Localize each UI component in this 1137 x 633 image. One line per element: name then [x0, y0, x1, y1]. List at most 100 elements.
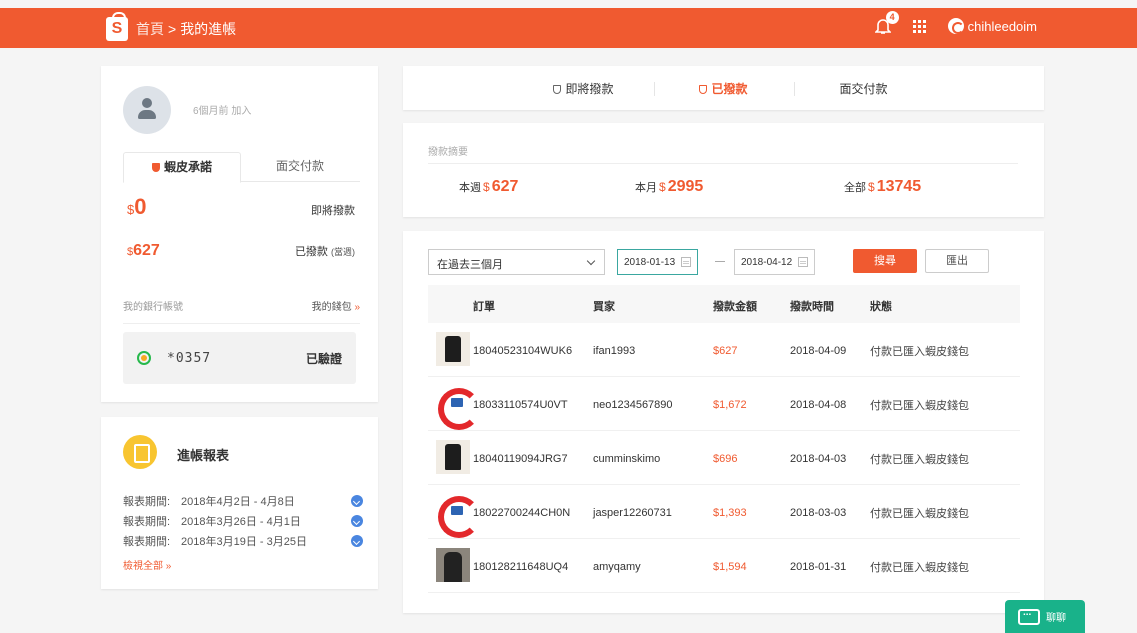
report-period-label: 報表期間: — [123, 496, 171, 508]
header-buyer: 買家 — [593, 301, 615, 313]
wallet-link[interactable]: 我的錢包 » — [312, 298, 360, 313]
summary-month: 本月 $ 2995 — [635, 178, 703, 196]
summary-title: 撥款摘要 — [428, 147, 468, 158]
top-right-actions: 4 chihleedoim — [874, 11, 1037, 35]
currency: $ — [659, 180, 666, 194]
shopee-logo[interactable]: S — [106, 12, 128, 41]
paid-label: 已撥款 (當週) — [295, 243, 355, 259]
user-avatar-icon — [947, 18, 964, 34]
breadcrumb: 首頁 > 我的進帳 — [136, 19, 236, 39]
income-report-card: 進帳報表 報表期間: 2018年4月2日 - 4月8日 報表期間: 2018年3… — [101, 417, 378, 589]
logo-letter: S — [111, 20, 123, 37]
bank-account-label: 我的銀行帳號 — [123, 302, 183, 313]
table-row[interactable]: 18033110574U0VT neo1234567890 $1,672 201… — [428, 377, 1020, 431]
download-icon[interactable] — [351, 495, 363, 507]
search-button[interactable]: 搜尋 — [853, 249, 917, 273]
brand: S 首頁 > 我的進帳 — [106, 12, 236, 41]
shield-icon — [553, 84, 562, 94]
download-icon[interactable] — [351, 535, 363, 547]
filter-bar: 在過去三個月 2018-01-13 2018-04-12 搜尋 匯出 — [428, 249, 1028, 275]
calendar-icon — [681, 257, 691, 267]
tab-paid-out[interactable]: 已撥款 — [653, 80, 794, 97]
report-item: 報表期間: 2018年3月26日 - 4月1日 — [123, 511, 363, 531]
bank-account-header: 我的銀行帳號 我的錢包 » — [123, 298, 360, 324]
date-to-input[interactable]: 2018-04-12 — [734, 249, 815, 275]
breadcrumb-separator: > — [168, 21, 177, 37]
download-icon[interactable] — [351, 515, 363, 527]
report-period-label: 報表期間: — [123, 516, 171, 528]
user-menu[interactable]: chihleedoim — [947, 18, 1037, 34]
payout-time: 2018-04-03 — [790, 453, 847, 465]
tab-upcoming-payout[interactable]: 即將撥款 — [514, 80, 654, 97]
table-row[interactable]: 18040523104WUK6 ifan1993 $627 2018-04-09… — [428, 323, 1020, 377]
tab-label: 已撥款 — [711, 81, 748, 96]
header-status: 狀態 — [870, 301, 892, 313]
apps-grid-icon[interactable] — [912, 19, 926, 33]
date-range-dash — [715, 261, 725, 262]
product-thumbnail — [436, 332, 470, 366]
buyer: jasper12260731 — [593, 507, 672, 519]
report-period: 2018年3月19日 - 3月25日 — [181, 536, 307, 548]
product-thumbnail — [436, 440, 470, 474]
table-row[interactable]: 180128211648UQ4 amyqamy $1,594 2018-01-3… — [428, 539, 1020, 593]
payout-amount: $696 — [713, 453, 738, 465]
chat-button[interactable]: 聊聊 — [1005, 600, 1085, 633]
summary-month-label: 本月 — [635, 182, 657, 194]
payout-summary-card: 撥款摘要 本週 $ 627 本月 $ 2995 全部 $ 13745 — [403, 123, 1044, 217]
payout-status: 付款已匯入蝦皮錢包 — [870, 400, 969, 412]
tab-meetup-payment[interactable]: 面交付款 — [241, 152, 359, 181]
summary-total: 全部 $ 13745 — [844, 178, 921, 196]
calendar-icon — [798, 257, 808, 267]
breadcrumb-home[interactable]: 首頁 — [136, 19, 164, 39]
breadcrumb-current: 我的進帳 — [180, 21, 237, 37]
username: chihleedoim — [967, 18, 1037, 34]
payout-time: 2018-04-08 — [790, 399, 847, 411]
header-amount: 撥款金額 — [713, 301, 757, 313]
summary-total-label: 全部 — [844, 182, 866, 194]
shield-icon — [699, 84, 708, 94]
product-thumbnail — [436, 386, 480, 430]
payout-status: 付款已匯入蝦皮錢包 — [870, 346, 969, 358]
range-select[interactable]: 在過去三個月 — [428, 249, 605, 275]
verified-status: 已驗證 — [305, 351, 342, 366]
order-id: 180128211648UQ4 — [473, 561, 569, 573]
payout-amount: $1,393 — [713, 507, 747, 519]
payout-status: 付款已匯入蝦皮錢包 — [870, 454, 969, 466]
paid-value: 627 — [133, 242, 160, 259]
tab-label: 即將撥款 — [565, 81, 614, 96]
tab-shopee-guarantee[interactable]: 蝦皮承諾 — [123, 152, 241, 183]
profile-tabs: 蝦皮承諾 面交付款 — [123, 152, 360, 183]
paid-label-note: (當週) — [331, 247, 355, 257]
date-from-input[interactable]: 2018-01-13 — [617, 249, 698, 275]
bank-account-card[interactable]: *0357 已驗證 — [123, 332, 356, 384]
pending-value: 0 — [134, 194, 147, 219]
report-item: 報表期間: 2018年3月19日 - 3月25日 — [123, 531, 363, 551]
shield-icon — [151, 163, 160, 172]
wallet-arrow: » — [354, 302, 360, 313]
payout-time: 2018-03-03 — [790, 507, 847, 519]
notification-badge: 4 — [885, 11, 899, 24]
bank-account-number: *0357 — [167, 350, 212, 366]
payout-tabs: 即將撥款 已撥款 面交付款 — [403, 66, 1044, 110]
pending-label: 即將撥款 — [311, 205, 355, 217]
pending-amount-row: $0 即將撥款 — [127, 194, 355, 220]
wallet-link-text: 我的錢包 — [311, 302, 352, 313]
pending-amount: $0 — [127, 194, 146, 220]
order-id: 18040119094JRG7 — [473, 453, 568, 465]
table-row[interactable]: 18022700244CH0N jasper12260731 $1,393 20… — [428, 485, 1020, 539]
buyer: cumminskimo — [593, 453, 661, 465]
paid-label-text: 已撥款 — [294, 246, 328, 258]
payout-time: 2018-04-09 — [790, 345, 847, 357]
export-button[interactable]: 匯出 — [925, 249, 989, 273]
report-period-label: 報表期間: — [123, 536, 171, 548]
summary-week-value: 627 — [491, 178, 519, 195]
notification-bell-icon[interactable]: 4 — [874, 11, 899, 35]
tab-meetup[interactable]: 面交付款 — [793, 80, 934, 97]
top-navbar: S 首頁 > 我的進帳 4 chihleedoim — [0, 8, 1137, 48]
buyer: amyqamy — [593, 561, 641, 573]
table-row[interactable]: 18040119094JRG7 cumminskimo $696 2018-04… — [428, 431, 1020, 485]
payout-time: 2018-01-31 — [790, 561, 847, 573]
divider — [428, 163, 1018, 164]
view-all-link[interactable]: 檢視全部 » — [123, 557, 171, 572]
chat-label: 聊聊 — [1046, 613, 1066, 624]
